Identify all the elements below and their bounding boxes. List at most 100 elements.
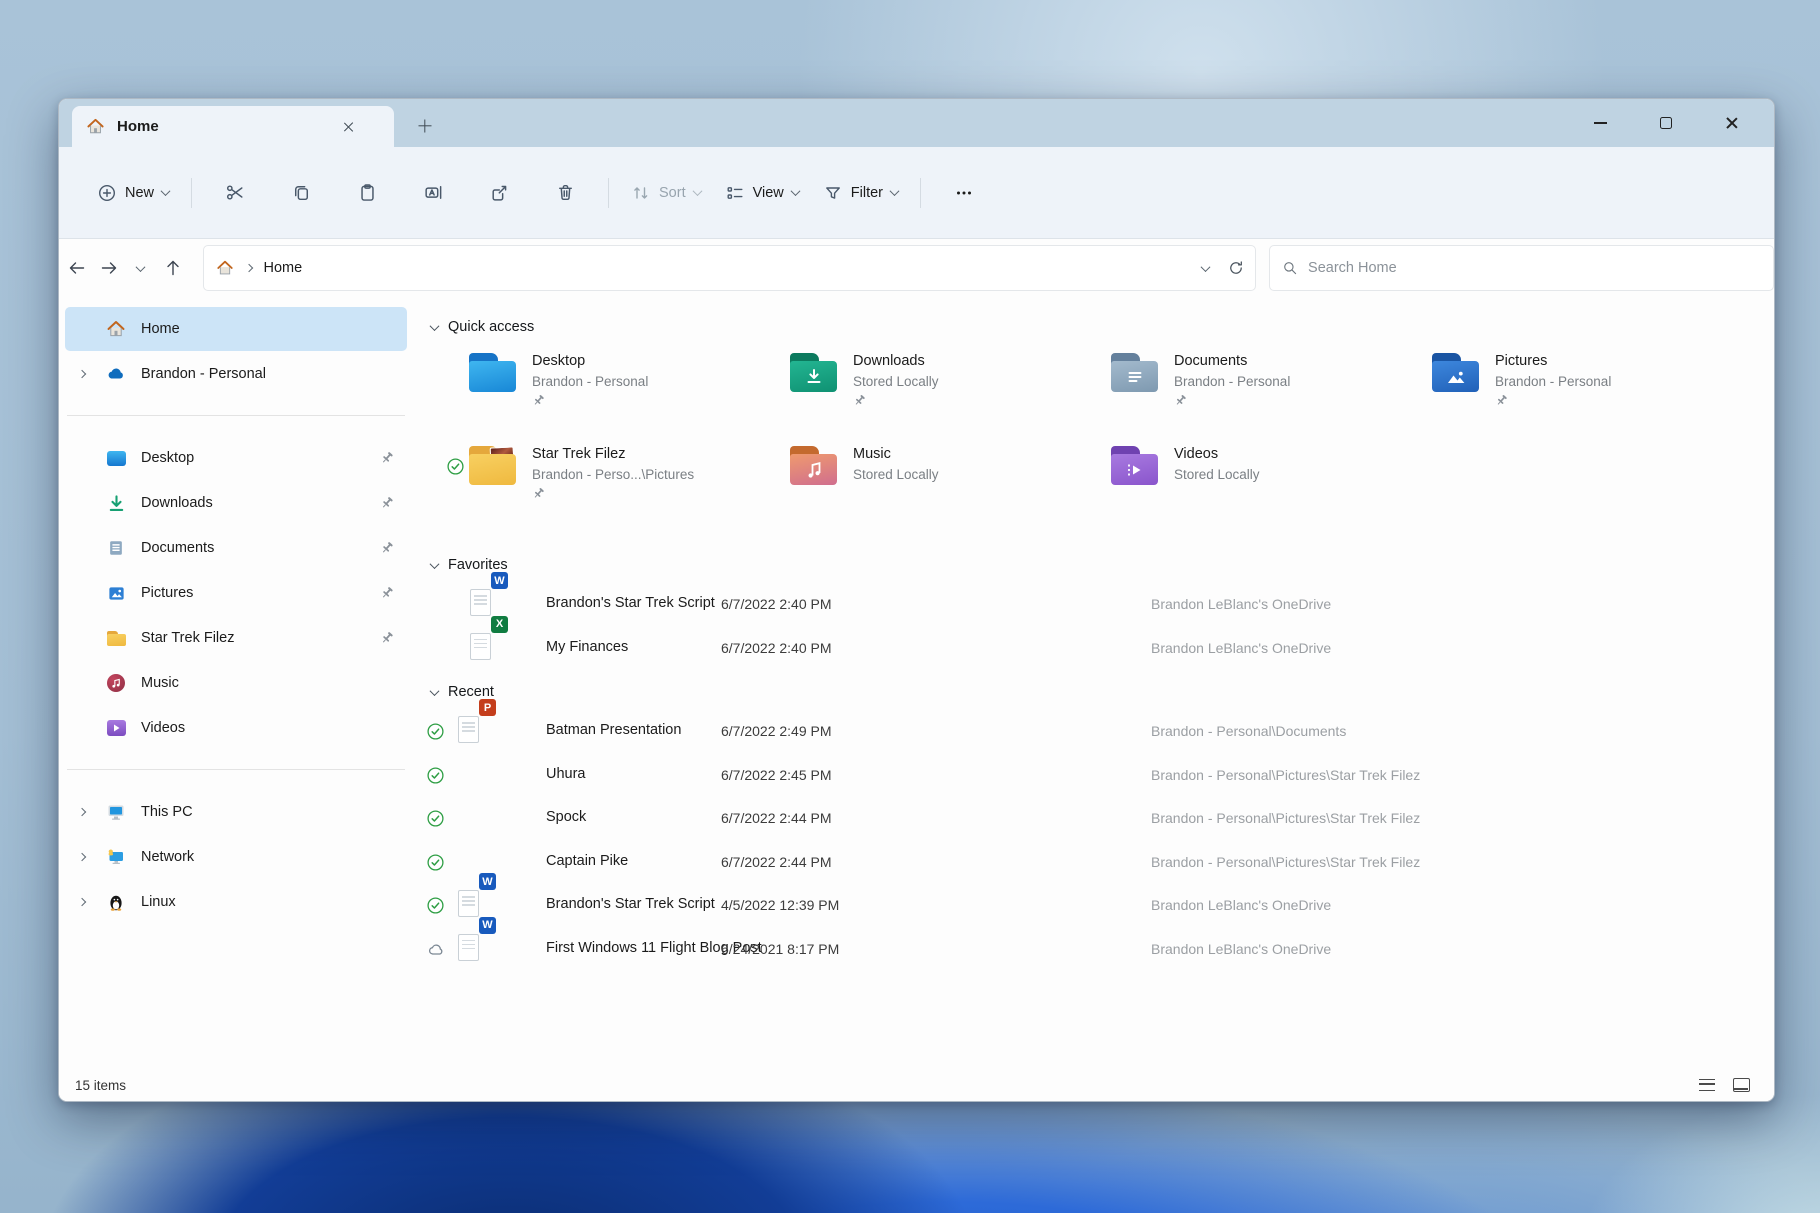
sidebar-item-music[interactable]: Music xyxy=(65,661,407,705)
sidebar-item-network[interactable]: Network xyxy=(65,835,407,879)
file-name: My Finances xyxy=(546,638,629,655)
refresh-icon[interactable] xyxy=(1227,259,1245,277)
pin-icon xyxy=(380,586,394,605)
file-row-uhura[interactable]: Uhura 6/7/2022 2:45 PM Brandon - Persona… xyxy=(413,754,1774,798)
more-options-button[interactable] xyxy=(936,172,992,214)
file-location: Brandon - Personal\Pictures\Star Trek Fi… xyxy=(1151,766,1421,783)
arrow-left-icon xyxy=(69,262,85,274)
rename-button[interactable] xyxy=(405,172,461,214)
sidebar-item-star-trek-filez[interactable]: Star Trek Filez xyxy=(65,616,407,660)
large-thumbnails-view-icon[interactable] xyxy=(1733,1078,1750,1092)
share-button[interactable] xyxy=(471,172,527,214)
quick-access-item-star-trek-filez[interactable]: Star Trek Filez Brandon - Perso...\Pictu… xyxy=(447,445,790,531)
section-title: Recent xyxy=(448,684,494,700)
cut-button[interactable] xyxy=(207,172,263,214)
downloads-icon xyxy=(101,494,131,513)
quick-access-item-videos[interactable]: Videos Stored Locally xyxy=(1111,445,1432,531)
section-header-recent[interactable]: Recent xyxy=(429,684,1774,700)
file-row-my-finances[interactable]: X My Finances 6/7/2022 2:40 PM Brandon L… xyxy=(413,615,1774,671)
onedrive-cloud-icon xyxy=(101,364,131,385)
expand-chevron-icon[interactable] xyxy=(65,852,99,862)
window-controls xyxy=(1580,99,1774,147)
expand-chevron-icon[interactable] xyxy=(65,369,99,379)
quick-access-item-pictures[interactable]: Pictures Brandon - Personal xyxy=(1432,352,1753,438)
section-header-favorites[interactable]: Favorites xyxy=(429,557,1774,573)
sidebar-item-home[interactable]: Home xyxy=(65,307,407,351)
quick-access-item-desktop[interactable]: Desktop Brandon - Personal xyxy=(469,352,790,438)
videos-icon xyxy=(101,720,131,736)
file-row-batman-presentation[interactable]: P Batman Presentation 6/7/2022 2:49 PM B… xyxy=(413,699,1774,754)
new-tab-button[interactable] xyxy=(408,109,442,143)
file-date: 6/7/2022 2:49 PM xyxy=(721,723,832,739)
new-button[interactable]: New xyxy=(85,172,181,214)
file-name: Brandon's Star Trek Script xyxy=(546,896,715,912)
paste-button[interactable] xyxy=(339,172,395,214)
breadcrumb-home[interactable]: Home xyxy=(264,260,303,276)
expand-chevron-icon[interactable] xyxy=(65,807,99,817)
address-dropdown-icon[interactable] xyxy=(1200,261,1211,272)
tab-home[interactable]: Home xyxy=(72,106,394,147)
pin-icon xyxy=(1495,394,1611,408)
file-row-brandons-star-trek-script[interactable]: W Brandon's Star Trek Script 6/7/2022 2:… xyxy=(413,572,1774,627)
search-box[interactable] xyxy=(1269,245,1774,291)
music-folder-icon xyxy=(790,446,837,485)
sidebar-item-pictures[interactable]: Pictures xyxy=(65,571,407,615)
address-bar[interactable]: Home xyxy=(202,245,1257,291)
filter-icon xyxy=(825,186,840,199)
file-row-brandons-star-trek-script-recent[interactable]: W Brandon's Star Trek Script 4/5/2022 12… xyxy=(413,873,1774,928)
search-input[interactable] xyxy=(1308,260,1761,276)
documents-folder-icon xyxy=(1111,353,1158,392)
item-name: Star Trek Filez xyxy=(532,446,626,462)
recent-locations-button[interactable] xyxy=(127,253,155,283)
sidebar-item-this-pc[interactable]: This PC xyxy=(65,790,407,834)
file-date: 4/5/2022 12:39 PM xyxy=(721,897,840,913)
sidebar-item-label: Star Trek Filez xyxy=(141,630,235,646)
sync-check-icon xyxy=(447,458,464,480)
collapse-chevron-icon[interactable] xyxy=(429,320,440,331)
view-button[interactable]: View xyxy=(713,172,811,214)
sidebar-item-videos[interactable]: Videos xyxy=(65,706,407,750)
sidebar-item-onedrive-personal[interactable]: Brandon - Personal xyxy=(65,352,407,396)
sidebar-item-label: Downloads xyxy=(141,495,213,511)
tab-close-icon[interactable] xyxy=(338,116,360,138)
file-row-captain-pike[interactable]: Captain Pike 6/7/2022 2:44 PM Brandon - … xyxy=(413,841,1774,885)
sidebar-item-downloads[interactable]: Downloads xyxy=(65,481,407,525)
up-button[interactable] xyxy=(159,253,187,283)
folder-icon xyxy=(101,630,131,646)
collapse-chevron-icon[interactable] xyxy=(429,558,440,569)
sidebar-item-linux[interactable]: Linux xyxy=(65,880,407,924)
maximize-button[interactable] xyxy=(1646,106,1686,140)
quick-access-item-music[interactable]: Music Stored Locally xyxy=(790,445,1111,531)
details-view-icon[interactable] xyxy=(1699,1079,1715,1091)
network-icon xyxy=(101,847,131,867)
item-name: Music xyxy=(853,446,891,462)
item-name: Videos xyxy=(1174,446,1219,462)
pictures-folder-icon xyxy=(1432,353,1479,392)
sort-button[interactable]: Sort xyxy=(619,172,713,214)
filter-button-label: Filter xyxy=(850,184,884,201)
file-location: Brandon - Personal\Pictures\Star Trek Fi… xyxy=(1151,810,1421,826)
expand-chevron-icon[interactable] xyxy=(65,897,99,907)
collapse-chevron-icon[interactable] xyxy=(429,685,440,696)
file-name: Uhura xyxy=(546,765,586,782)
copy-button[interactable] xyxy=(273,172,329,214)
minimize-button[interactable] xyxy=(1580,106,1620,140)
file-row-first-windows-11-flight-blog-post[interactable]: W First Windows 11 Flight Blog Post 6/24… xyxy=(413,916,1774,972)
file-explorer-window: Home New Sort View Filter Home Search Ho… xyxy=(58,98,1775,1102)
forward-button[interactable] xyxy=(95,253,123,283)
sidebar-item-documents[interactable]: Documents xyxy=(65,526,407,570)
back-button[interactable] xyxy=(63,253,91,283)
pin-icon xyxy=(380,451,394,470)
sidebar-item-label: Desktop xyxy=(141,450,195,466)
file-row-spock[interactable]: Spock 6/7/2022 2:44 PM Brandon - Persona… xyxy=(413,797,1774,841)
delete-button[interactable] xyxy=(537,172,593,214)
sidebar-item-desktop[interactable]: Desktop xyxy=(65,436,407,480)
file-date: 6/7/2022 2:44 PM xyxy=(721,810,832,826)
quick-access-item-documents[interactable]: Documents Brandon - Personal xyxy=(1111,352,1432,438)
navigation-pane: Home Brandon - Personal Desktop Download… xyxy=(59,297,413,1067)
quick-access-item-downloads[interactable]: Downloads Stored Locally xyxy=(790,352,1111,438)
section-header-quick-access[interactable]: Quick access xyxy=(429,297,1774,335)
share-icon xyxy=(491,185,506,201)
filter-button[interactable]: Filter xyxy=(811,172,910,214)
close-button[interactable] xyxy=(1712,106,1752,140)
